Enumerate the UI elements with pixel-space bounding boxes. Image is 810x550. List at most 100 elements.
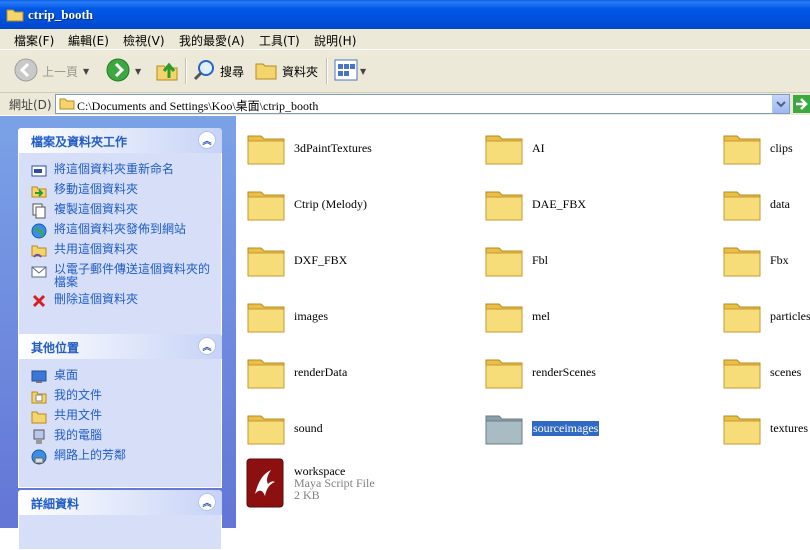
menu-edit[interactable]: 編輯(E) bbox=[68, 32, 109, 49]
view-grid-icon bbox=[334, 59, 358, 84]
folder-name: particles bbox=[770, 309, 810, 323]
window-title: ctrip_booth bbox=[28, 7, 93, 22]
file-tasks-header[interactable]: 檔案及資料夾工作 ︽ bbox=[18, 128, 222, 153]
desktop-icon bbox=[31, 369, 49, 385]
address-dropdown-button[interactable] bbox=[772, 95, 789, 113]
place-my-documents[interactable]: 我的文件 bbox=[19, 387, 221, 407]
place-shared-documents[interactable]: 共用文件 bbox=[19, 407, 221, 427]
go-arrow-icon bbox=[793, 95, 810, 113]
task-share-folder[interactable]: 共用這個資料夾 bbox=[19, 241, 221, 261]
views-button[interactable]: ▼ bbox=[334, 58, 366, 84]
folder-item[interactable]: images bbox=[236, 292, 466, 340]
chevron-down-icon[interactable]: ▼ bbox=[83, 67, 89, 76]
documents-folder-icon bbox=[31, 389, 49, 405]
menu-favorites[interactable]: 我的最愛(A) bbox=[179, 32, 245, 49]
folder-item[interactable]: DXF_FBX bbox=[236, 236, 466, 284]
folder-icon bbox=[722, 298, 762, 337]
go-button[interactable] bbox=[793, 95, 810, 113]
up-folder-icon bbox=[155, 58, 179, 85]
folder-item[interactable]: data bbox=[712, 180, 810, 228]
search-icon bbox=[192, 58, 216, 85]
folder-item[interactable]: particles bbox=[712, 292, 810, 340]
folder-item[interactable]: scenes bbox=[712, 348, 810, 396]
collapse-icon[interactable]: ︽ bbox=[198, 131, 216, 149]
folder-name: data bbox=[770, 197, 790, 211]
task-publish-folder[interactable]: 將這個資料夾發佈到網站 bbox=[19, 221, 221, 241]
computer-icon bbox=[31, 429, 49, 445]
file-tasks-panel: 檔案及資料夾工作 ︽ 將這個資料夾重新命名 移動這個資料夾 複製這個資料夾 將這… bbox=[18, 128, 222, 336]
collapse-icon[interactable]: ︽ bbox=[198, 493, 216, 511]
folder-item[interactable]: mel bbox=[474, 292, 704, 340]
folders-button[interactable]: 資料夾 bbox=[254, 58, 318, 84]
folder-name: sound bbox=[294, 421, 323, 435]
forward-button[interactable]: ▼ bbox=[106, 58, 141, 84]
folder-icon bbox=[484, 130, 524, 169]
other-places-header[interactable]: 其他位置 ︽ bbox=[18, 334, 222, 359]
copy-icon bbox=[31, 203, 49, 219]
menu-bar: 檔案(F) 編輯(E) 檢視(V) 我的最愛(A) 工具(T) 說明(H) bbox=[0, 29, 810, 50]
folder-item[interactable]: renderData bbox=[236, 348, 466, 396]
task-move-folder[interactable]: 移動這個資料夾 bbox=[19, 181, 221, 201]
folder-item[interactable]: AI bbox=[474, 124, 704, 172]
folder-item[interactable]: sourceimages bbox=[474, 404, 704, 452]
folder-item[interactable]: DAE_FBX bbox=[474, 180, 704, 228]
task-delete-folder[interactable]: 刪除這個資料夾 bbox=[19, 291, 221, 311]
folder-name: AI bbox=[532, 141, 545, 155]
menu-tools[interactable]: 工具(T) bbox=[259, 32, 300, 49]
collapse-icon[interactable]: ︽ bbox=[198, 337, 216, 355]
folder-name: 3dPaintTextures bbox=[294, 141, 372, 155]
other-places-title: 其他位置 bbox=[31, 341, 80, 355]
folder-name: sourceimages bbox=[530, 420, 601, 437]
folder-item[interactable]: renderScenes bbox=[474, 348, 704, 396]
file-tasks-title: 檔案及資料夾工作 bbox=[31, 135, 128, 149]
file-size: 2 KB bbox=[294, 488, 320, 502]
folder-item[interactable]: Ctrip (Melody) bbox=[236, 180, 466, 228]
back-button[interactable]: 上一頁 ▼ bbox=[14, 58, 89, 84]
folder-item[interactable]: clips bbox=[712, 124, 810, 172]
folder-icon bbox=[246, 410, 286, 449]
place-network[interactable]: 網路上的芳鄰 bbox=[19, 447, 221, 467]
folder-icon bbox=[722, 186, 762, 225]
search-button[interactable]: 搜尋 bbox=[192, 58, 244, 84]
folder-name: mel bbox=[532, 309, 550, 323]
place-my-computer[interactable]: 我的電腦 bbox=[19, 427, 221, 447]
delete-icon bbox=[31, 293, 49, 309]
file-item[interactable]: workspace Maya Script File 2 KB bbox=[236, 454, 466, 510]
title-bar[interactable]: ctrip_booth bbox=[0, 0, 810, 29]
details-panel: 詳細資料 ︽ bbox=[18, 490, 222, 550]
folder-name: Fbl bbox=[532, 253, 549, 267]
address-label: 網址(D) bbox=[9, 98, 52, 112]
up-folder-button[interactable] bbox=[155, 58, 179, 84]
toolbar: 上一頁 ▼ ▼ 搜尋 資料夾 ▼ bbox=[0, 50, 810, 93]
folder-icon bbox=[246, 354, 286, 393]
folder-item[interactable]: sound bbox=[236, 404, 466, 452]
folder-item[interactable]: Fbx bbox=[712, 236, 810, 284]
folder-item[interactable]: Fbl bbox=[474, 236, 704, 284]
folder-name: Fbx bbox=[770, 253, 789, 267]
details-header[interactable]: 詳細資料 ︽ bbox=[18, 490, 222, 515]
network-icon bbox=[31, 449, 49, 465]
menu-help[interactable]: 說明(H) bbox=[314, 32, 356, 49]
menu-file[interactable]: 檔案(F) bbox=[14, 32, 54, 49]
chevron-down-icon[interactable]: ▼ bbox=[135, 67, 141, 76]
task-email-folder[interactable]: 以電子郵件傳送這個資料夾的檔案 bbox=[19, 261, 221, 291]
task-copy-folder[interactable]: 複製這個資料夾 bbox=[19, 201, 221, 221]
search-label: 搜尋 bbox=[220, 64, 245, 79]
folder-item[interactable]: 3dPaintTextures bbox=[236, 124, 466, 172]
folder-name: scenes bbox=[770, 365, 802, 379]
chevron-down-icon[interactable]: ▼ bbox=[360, 67, 366, 76]
details-title: 詳細資料 bbox=[31, 497, 80, 511]
toolbar-separator bbox=[185, 58, 187, 84]
folder-icon bbox=[484, 298, 524, 337]
folder-icon bbox=[722, 354, 762, 393]
folder-name: clips bbox=[770, 141, 793, 155]
place-desktop[interactable]: 桌面 bbox=[19, 367, 221, 387]
address-path: C:\Documents and Settings\Koo\桌面\ctrip_b… bbox=[77, 99, 319, 113]
address-input[interactable]: C:\Documents and Settings\Koo\桌面\ctrip_b… bbox=[55, 94, 790, 114]
folder-name: renderScenes bbox=[532, 365, 596, 379]
folder-item[interactable]: textures bbox=[712, 404, 810, 452]
task-rename-folder[interactable]: 將這個資料夾重新命名 bbox=[19, 161, 221, 181]
folders-label: 資料夾 bbox=[282, 64, 319, 79]
menu-view[interactable]: 檢視(V) bbox=[123, 32, 165, 49]
rename-icon bbox=[31, 163, 49, 179]
